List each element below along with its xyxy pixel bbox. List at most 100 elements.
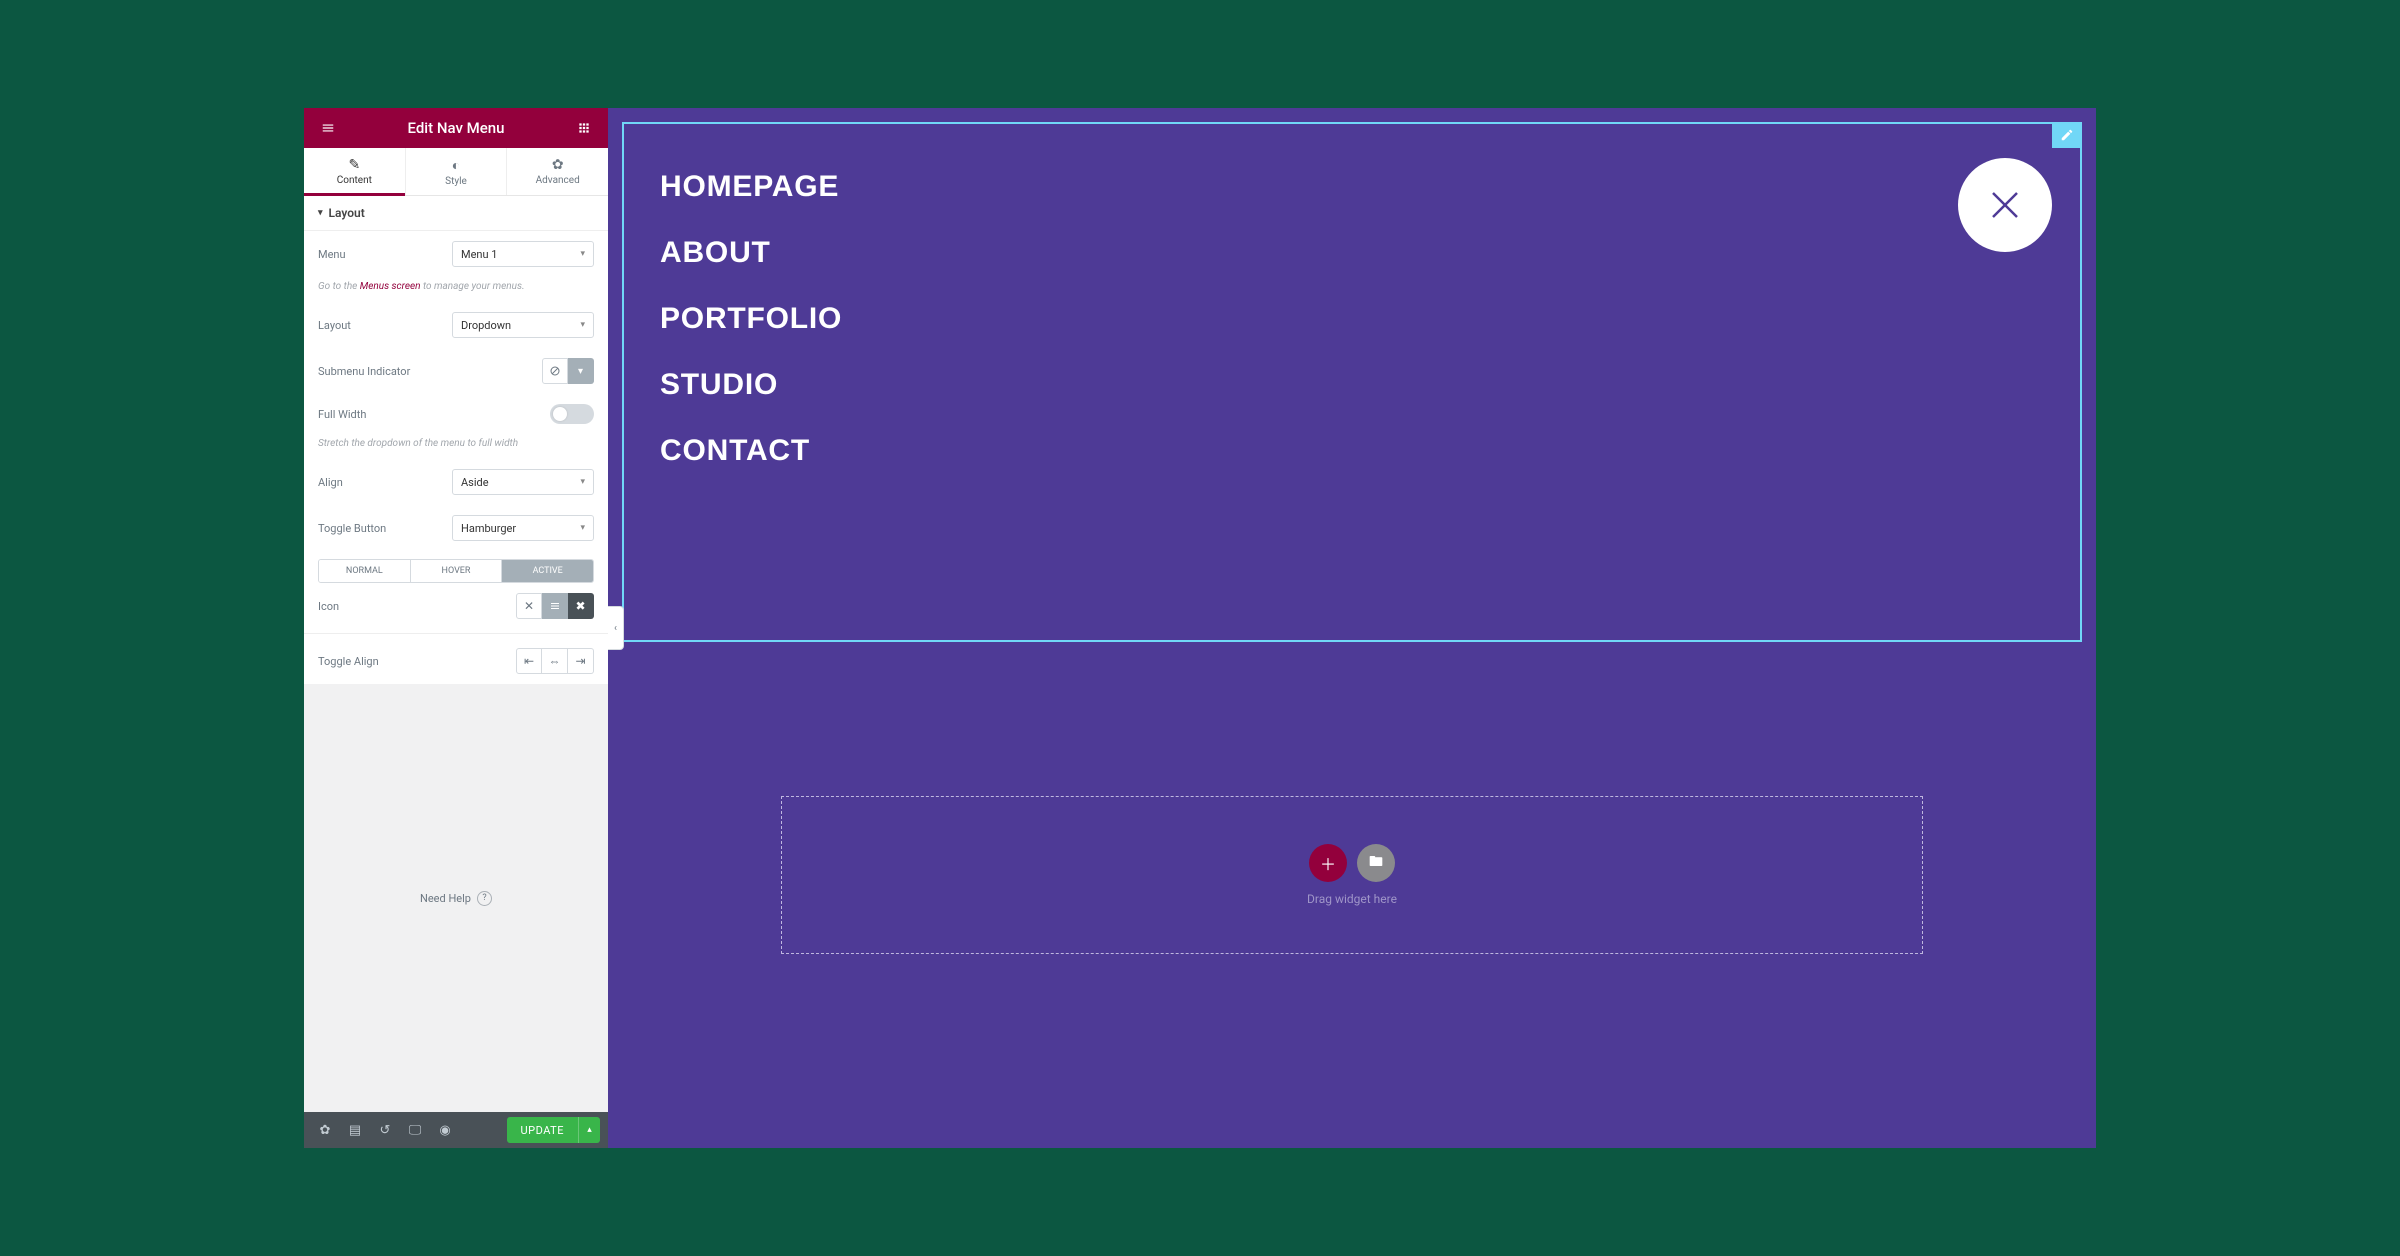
empty-section-dropzone[interactable]: ＋ 🖿 Drag widget here xyxy=(781,796,1923,954)
tab-advanced-label: Advanced xyxy=(536,175,580,186)
row-menu: Menu Menu 1 ▾ xyxy=(304,231,608,277)
grid-icon[interactable] xyxy=(570,114,598,142)
responsive-icon[interactable]: 🖵 xyxy=(402,1117,428,1143)
section-body-layout: Menu Menu 1 ▾ Go to the Menus screen to … xyxy=(304,231,608,684)
contrast-icon: ◐ xyxy=(452,157,460,174)
tab-advanced[interactable]: ✿ Advanced xyxy=(507,148,608,195)
layout-label: Layout xyxy=(318,319,351,332)
icon-hamburger-button[interactable] xyxy=(542,593,568,619)
menu-item[interactable]: HOMEPAGE xyxy=(660,154,2044,220)
icon-label: Icon xyxy=(318,600,339,613)
nav-menu-widget[interactable]: HOMEPAGE ABOUT PORTFOLIO STUDIO CONTACT xyxy=(622,122,2082,642)
editor-workspace: Edit Nav Menu ✎ Content ◐ Style ✿ Advanc… xyxy=(304,108,2096,1148)
chevron-down-icon: ▾ xyxy=(580,523,585,533)
chevron-down-icon: ▾ xyxy=(578,366,583,377)
preview-canvas: HOMEPAGE ABOUT PORTFOLIO STUDIO CONTACT … xyxy=(608,108,2096,1148)
chevron-down-icon: ▾ xyxy=(580,477,585,487)
align-center-icon: ⇔ xyxy=(549,654,561,668)
row-toggle-align: Toggle Align ⇤ ⇔ ⇥ xyxy=(304,638,608,684)
history-icon[interactable]: ↺ xyxy=(372,1117,398,1143)
x-icon: ✕ xyxy=(524,599,534,613)
toggle-label: Toggle Button xyxy=(318,522,386,535)
align-select[interactable]: Aside ▾ xyxy=(452,469,594,495)
align-right-icon: ⇥ xyxy=(575,654,585,668)
settings-icon[interactable]: ✿ xyxy=(312,1117,338,1143)
fullwidth-hint: Stretch the dropdown of the menu to full… xyxy=(304,434,608,459)
row-toggle-button: Toggle Button Hamburger ▾ xyxy=(304,505,608,551)
align-value: Aside xyxy=(461,476,489,489)
section-head-layout[interactable]: ▾ Layout xyxy=(304,196,608,231)
align-left-button[interactable]: ⇤ xyxy=(516,648,542,674)
menu-select[interactable]: Menu 1 ▾ xyxy=(452,241,594,267)
folder-icon: 🖿 xyxy=(1369,851,1383,875)
menu-item[interactable]: CONTACT xyxy=(660,418,2044,484)
state-active[interactable]: ACTIVE xyxy=(501,560,593,582)
preview-icon[interactable]: ◉ xyxy=(432,1117,458,1143)
togglealign-label: Toggle Align xyxy=(318,655,379,668)
toggle-value: Hamburger xyxy=(461,522,516,535)
align-left-icon: ⇤ xyxy=(524,654,534,668)
gear-icon: ✿ xyxy=(552,157,564,173)
tab-content[interactable]: ✎ Content xyxy=(304,148,406,195)
icon-close-button[interactable]: ✖ xyxy=(568,593,594,619)
menu-icon[interactable] xyxy=(314,114,342,142)
tab-content-label: Content xyxy=(337,175,372,186)
menu-value: Menu 1 xyxy=(461,248,498,261)
row-submenu-indicator: Submenu Indicator ▾ xyxy=(304,348,608,394)
section-title: Layout xyxy=(329,206,365,220)
add-template-button[interactable]: 🖿 xyxy=(1357,844,1395,882)
icon-x-button[interactable]: ✕ xyxy=(516,593,542,619)
close-icon: ✖ xyxy=(575,599,585,613)
panel-header: Edit Nav Menu xyxy=(304,108,608,148)
tab-style-label: Style xyxy=(445,176,467,187)
submenu-indicator-group: ▾ xyxy=(542,358,594,384)
align-right-button[interactable]: ⇥ xyxy=(568,648,594,674)
state-hover[interactable]: HOVER xyxy=(410,560,502,582)
pencil-icon: ✎ xyxy=(348,157,360,173)
row-align: Align Aside ▾ xyxy=(304,459,608,505)
chevron-down-icon: ▾ xyxy=(580,249,585,259)
submenu-label: Submenu Indicator xyxy=(318,365,410,378)
layout-value: Dropdown xyxy=(461,319,511,332)
menu-close-button[interactable] xyxy=(1958,158,2052,252)
menu-hint: Go to the Menus screen to manage your me… xyxy=(304,277,608,302)
align-center-button[interactable]: ⇔ xyxy=(542,648,568,674)
help-label: Need Help xyxy=(420,892,471,905)
plus-icon: ＋ xyxy=(1320,851,1336,875)
align-label: Align xyxy=(318,476,343,489)
need-help-link[interactable]: Need Help ? xyxy=(304,684,608,1112)
update-button[interactable]: UPDATE xyxy=(507,1117,578,1143)
toggle-select[interactable]: Hamburger ▾ xyxy=(452,515,594,541)
question-icon: ? xyxy=(477,891,492,906)
tab-style[interactable]: ◐ Style xyxy=(406,148,508,195)
add-section-button[interactable]: ＋ xyxy=(1309,844,1347,882)
submenu-none-button[interactable] xyxy=(542,358,568,384)
layout-select[interactable]: Dropdown ▾ xyxy=(452,312,594,338)
submenu-caret-button[interactable]: ▾ xyxy=(568,358,594,384)
panel-footer: ✿ ▤ ↺ 🖵 ◉ UPDATE ▴ xyxy=(304,1112,608,1148)
widget-panel: Edit Nav Menu ✎ Content ◐ Style ✿ Advanc… xyxy=(304,108,608,1148)
menus-screen-link[interactable]: Menus screen xyxy=(360,281,421,292)
togglealign-group: ⇤ ⇔ ⇥ xyxy=(516,648,594,674)
chevron-down-icon: ▾ xyxy=(580,320,585,330)
menu-list: HOMEPAGE ABOUT PORTFOLIO STUDIO CONTACT xyxy=(660,154,2044,484)
widget-edit-handle[interactable] xyxy=(2052,122,2082,148)
state-tabs: NORMAL HOVER ACTIVE xyxy=(318,559,594,583)
update-dropdown[interactable]: ▴ xyxy=(578,1117,600,1143)
menu-item[interactable]: STUDIO xyxy=(660,352,2044,418)
row-full-width: Full Width xyxy=(304,394,608,434)
icon-choice-group: ✕ ✖ xyxy=(516,593,594,619)
state-normal[interactable]: NORMAL xyxy=(319,560,410,582)
panel-title: Edit Nav Menu xyxy=(408,119,505,137)
caret-down-icon: ▾ xyxy=(318,208,323,218)
panel-collapse-handle[interactable]: ‹ xyxy=(608,606,624,650)
panel-tabs: ✎ Content ◐ Style ✿ Advanced xyxy=(304,148,608,196)
row-icon: Icon ✕ ✖ xyxy=(304,583,608,629)
row-layout: Layout Dropdown ▾ xyxy=(304,302,608,348)
menu-item[interactable]: PORTFOLIO xyxy=(660,286,2044,352)
navigator-icon[interactable]: ▤ xyxy=(342,1117,368,1143)
fullwidth-label: Full Width xyxy=(318,408,366,421)
fullwidth-toggle[interactable] xyxy=(550,404,594,424)
menu-item[interactable]: ABOUT xyxy=(660,220,2044,286)
dropzone-text: Drag widget here xyxy=(1307,892,1397,906)
